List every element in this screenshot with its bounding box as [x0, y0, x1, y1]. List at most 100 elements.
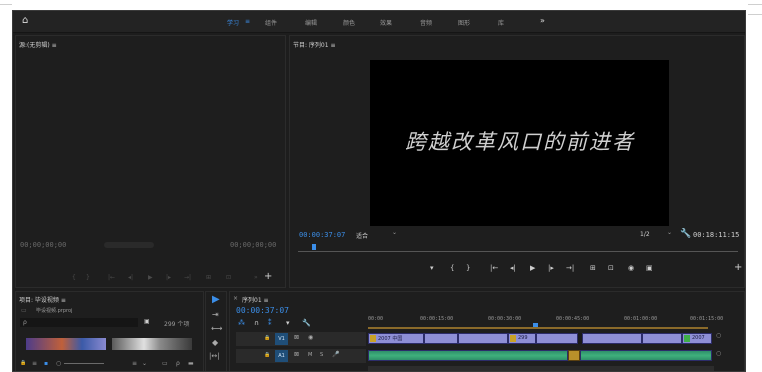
- resolution-dropdown[interactable]: 1/2: [640, 231, 650, 238]
- step-forward-button[interactable]: |▸: [166, 274, 171, 281]
- source-panel-title[interactable]: 源:(无剪辑) ≡: [19, 40, 57, 49]
- project-panel-title[interactable]: 项目: 毕设视频 ≡: [19, 295, 66, 304]
- track-lock-icon[interactable]: 🔒: [264, 352, 270, 358]
- list-view-icon[interactable]: ≡: [32, 360, 37, 367]
- program-video-frame[interactable]: 跨越改革风口的前进者: [370, 60, 669, 226]
- go-to-out-button[interactable]: →|: [184, 274, 191, 281]
- step-forward-button[interactable]: |▸: [548, 264, 554, 272]
- play-button[interactable]: ▶: [530, 264, 535, 272]
- go-to-out-button[interactable]: →|: [566, 264, 574, 272]
- solo-button[interactable]: S: [320, 352, 323, 358]
- microphone-icon[interactable]: 🎤: [332, 351, 339, 358]
- thumbnail-2[interactable]: [112, 338, 192, 350]
- sync-lock-icon[interactable]: ⊠: [294, 351, 299, 358]
- tab-effects[interactable]: 效果: [380, 18, 392, 27]
- new-bin-button[interactable]: ▬: [188, 360, 194, 367]
- lift-button[interactable]: ⊞: [590, 264, 596, 272]
- video-clip[interactable]: [536, 333, 578, 344]
- video-clip[interactable]: 2007 中国: [368, 333, 424, 344]
- scroll-handle-left[interactable]: ○: [716, 332, 721, 339]
- mark-in-button[interactable]: {: [72, 274, 76, 281]
- track-lock-icon[interactable]: 🔒: [264, 335, 270, 341]
- tab-color[interactable]: 颜色: [343, 18, 355, 27]
- track-target-v1[interactable]: V1: [275, 333, 288, 345]
- mark-out-button[interactable]: }: [86, 274, 90, 281]
- audio-clip[interactable]: [368, 350, 568, 361]
- program-timecode[interactable]: 00:00:37:07: [299, 231, 345, 239]
- tab-learn[interactable]: 学习: [227, 18, 239, 27]
- track-target-a1[interactable]: A1: [275, 350, 288, 362]
- more-workspaces-button[interactable]: »: [540, 16, 545, 25]
- eye-icon[interactable]: ◉: [308, 334, 313, 341]
- program-add-button[interactable]: +: [734, 262, 742, 273]
- scroll-handle-right[interactable]: ○: [716, 350, 721, 357]
- go-to-in-button[interactable]: |←: [108, 274, 115, 281]
- thumbnail-1[interactable]: [26, 338, 106, 350]
- playhead[interactable]: [312, 244, 316, 250]
- video-clip[interactable]: 299: [508, 333, 536, 344]
- program-scrub-bar[interactable]: [298, 244, 738, 254]
- go-to-in-button[interactable]: |←: [490, 264, 498, 272]
- source-more-button[interactable]: »: [254, 274, 258, 281]
- source-zoom-slider[interactable]: [104, 242, 154, 248]
- timeline-settings-icon[interactable]: 🔧: [302, 319, 311, 327]
- comparison-view-button[interactable]: ▣: [646, 264, 653, 272]
- nest-icon[interactable]: ⁂: [238, 319, 245, 327]
- add-marker-icon[interactable]: ▾: [286, 319, 290, 327]
- source-timecode-in[interactable]: 00;00;00;00: [20, 241, 66, 249]
- ripple-edit-tool-icon[interactable]: ⟷: [211, 324, 222, 333]
- tab-audio[interactable]: 音频: [420, 18, 432, 27]
- sort-icon[interactable]: ≡: [132, 360, 137, 367]
- zoom-slider-handle[interactable]: ○: [56, 360, 61, 367]
- audio-clip[interactable]: [580, 350, 712, 361]
- add-marker-button[interactable]: ▾: [430, 264, 434, 272]
- icon-view-icon[interactable]: ▪: [44, 360, 48, 367]
- linked-selection-icon[interactable]: ⁑: [268, 319, 272, 327]
- video-clip[interactable]: [642, 333, 682, 344]
- tab-editing[interactable]: 编辑: [305, 18, 317, 27]
- new-bin-icon[interactable]: ▣: [144, 318, 150, 325]
- mute-button[interactable]: M: [308, 352, 312, 358]
- track-select-tool-icon[interactable]: ⇥: [212, 310, 219, 319]
- work-area-bar[interactable]: [368, 327, 708, 329]
- audio-clip[interactable]: [568, 350, 580, 361]
- video-clip[interactable]: 2007: [682, 333, 712, 344]
- tab-graphics[interactable]: 图形: [458, 18, 470, 27]
- fit-dropdown[interactable]: 适合: [356, 231, 368, 240]
- lock-icon[interactable]: 🔒: [20, 360, 26, 366]
- video-clip[interactable]: [582, 333, 642, 344]
- wrench-icon[interactable]: 🔧: [680, 229, 691, 239]
- selection-tool-icon[interactable]: ▶: [212, 294, 220, 305]
- mark-in-button[interactable]: {: [450, 264, 454, 272]
- resolution-dropdown-arrow-icon[interactable]: ⌄: [667, 229, 672, 236]
- step-back-button[interactable]: ◂|: [128, 274, 133, 281]
- step-back-button[interactable]: ◂|: [510, 264, 516, 272]
- tab-libraries[interactable]: 库: [498, 18, 504, 27]
- source-timecode-out[interactable]: 00;00;00;00: [230, 241, 276, 249]
- video-clip[interactable]: [424, 333, 458, 344]
- close-tab-icon[interactable]: ×: [233, 295, 238, 302]
- razor-tool-icon[interactable]: ◆: [212, 338, 218, 347]
- play-button[interactable]: ▶: [148, 274, 153, 281]
- program-panel-title[interactable]: 节目: 序列01 ≡: [293, 40, 336, 49]
- timeline-timecode[interactable]: 00:00:37:07: [236, 306, 289, 315]
- sync-lock-icon[interactable]: ⊠: [294, 334, 299, 341]
- mark-out-button[interactable]: }: [466, 264, 470, 272]
- project-search-input[interactable]: ρ: [20, 318, 138, 327]
- home-icon[interactable]: ⌂: [22, 15, 28, 26]
- timeline-ruler[interactable]: 00:00 00:00:15:00 00:00:30:00 00:00:45:0…: [368, 316, 728, 330]
- timeline-title[interactable]: 序列01 ≡: [242, 295, 269, 304]
- camera-icon[interactable]: ◉: [628, 264, 634, 272]
- slip-tool-icon[interactable]: |↔|: [209, 352, 220, 360]
- find-icon[interactable]: ρ: [176, 360, 180, 367]
- snap-icon[interactable]: ∩: [254, 319, 259, 327]
- timeline-horizontal-scrollbar[interactable]: [368, 366, 714, 371]
- zoom-slider[interactable]: [64, 363, 104, 364]
- tab-assembly[interactable]: 组件: [265, 18, 277, 27]
- workspace-menu-icon[interactable]: ≡: [245, 18, 250, 25]
- video-clip[interactable]: [458, 333, 508, 344]
- overwrite-button[interactable]: ⊡: [226, 274, 231, 281]
- fit-dropdown-arrow-icon[interactable]: ⌄: [392, 229, 397, 236]
- automate-icon[interactable]: ▭: [162, 360, 168, 367]
- sort-dropdown-icon[interactable]: ⌄: [142, 360, 147, 367]
